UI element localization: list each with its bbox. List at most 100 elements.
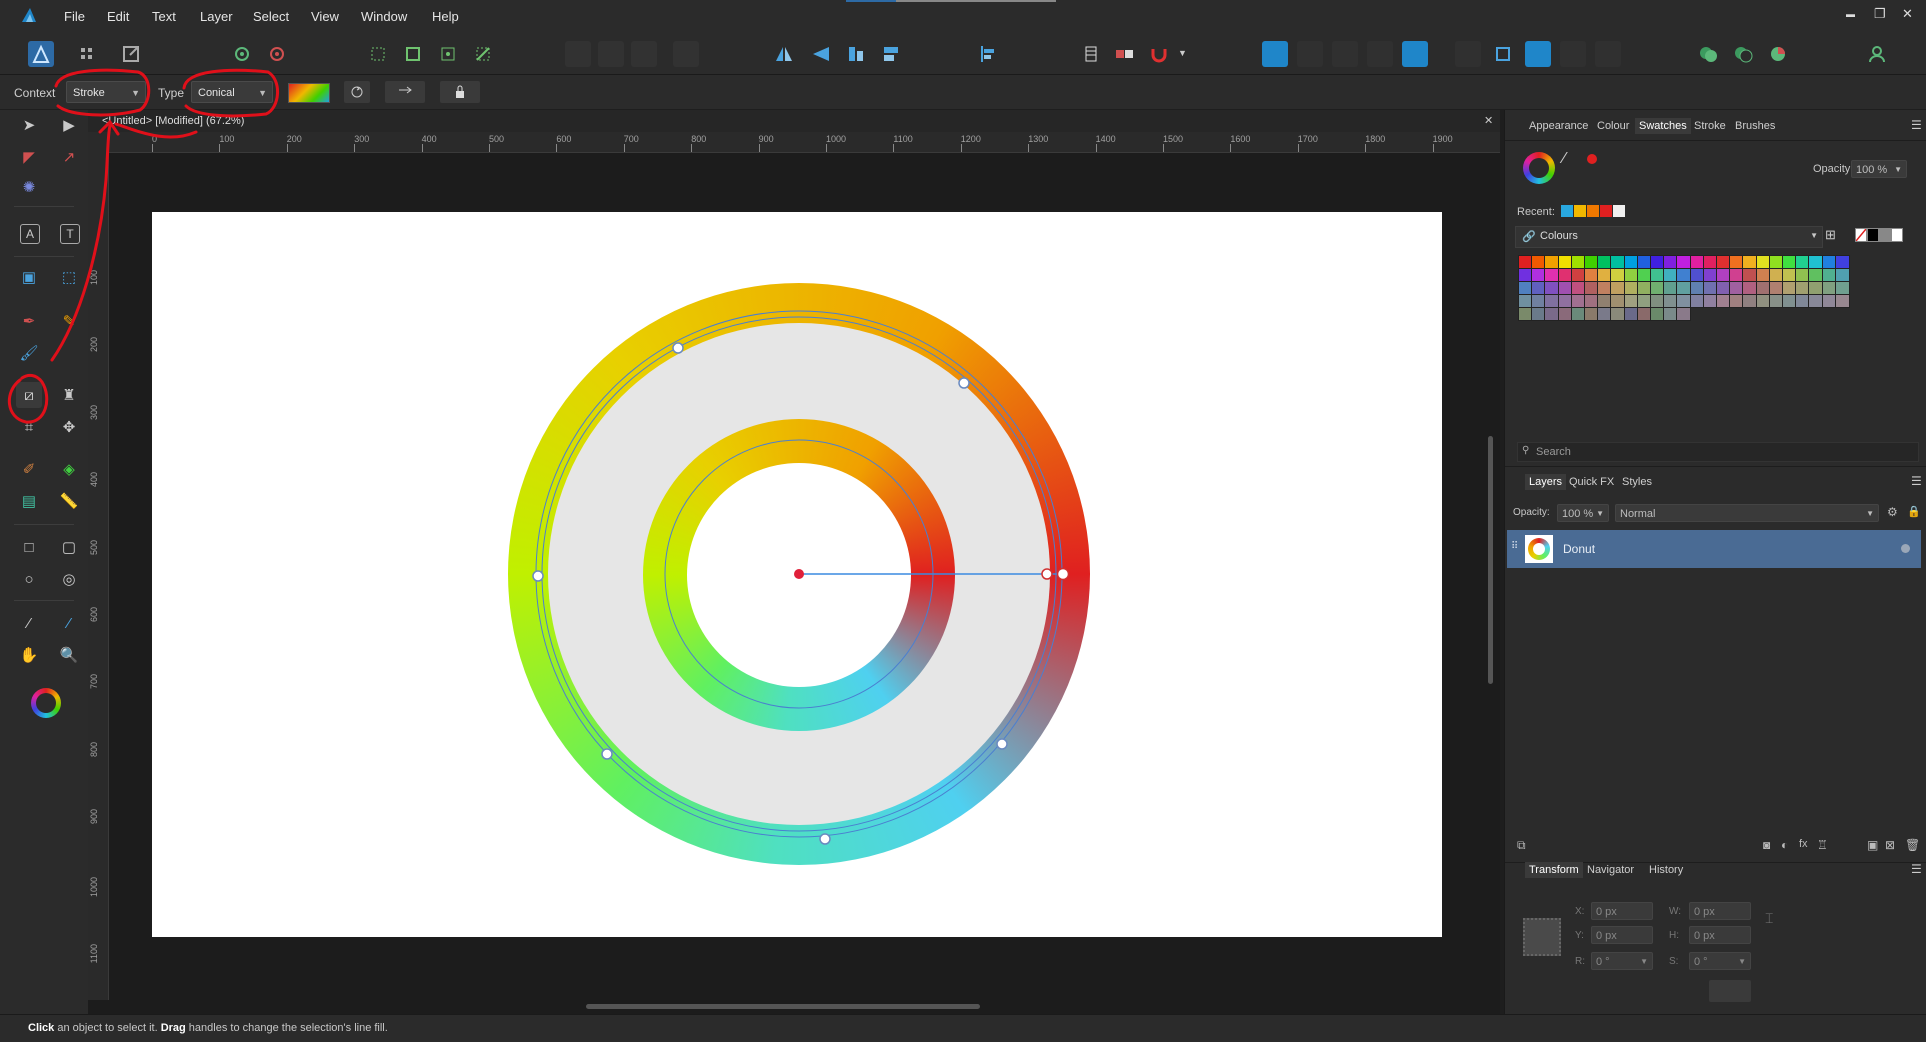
colour-swatch[interactable] [1610,268,1626,282]
colour-swatch[interactable] [1636,268,1652,282]
colour-swatch[interactable] [1768,255,1784,269]
subtract-shape-icon[interactable] [1730,41,1756,67]
colour-swatch[interactable] [1755,294,1771,308]
colour-swatch[interactable] [1597,268,1613,282]
colour-swatch[interactable] [1518,255,1533,269]
palette-selector[interactable]: 🔗 Colours ▼ [1515,226,1823,248]
user-account-icon[interactable] [1864,41,1890,67]
add-shape-icon[interactable] [1695,41,1721,67]
colour-swatch[interactable] [1808,294,1824,308]
vertical-scrollbar[interactable] [1488,436,1493,684]
move-tool-icon[interactable]: ➤ [16,112,42,138]
colour-swatch[interactable] [1623,255,1639,269]
delete-layer-icon[interactable]: 🗑 [1905,838,1920,852]
vector-crop-tool-icon[interactable]: ⬚ [56,264,82,290]
colour-swatch[interactable] [1518,307,1533,321]
point-transform-tool-icon[interactable]: ↗ [56,144,82,170]
colour-swatch[interactable] [1570,307,1586,321]
colour-swatch[interactable] [1636,307,1652,321]
rectangle-tool-icon[interactable]: □ [16,534,42,560]
gradient-stop-node[interactable] [672,342,684,354]
layers-menu-icon[interactable]: ☰ [1911,474,1922,488]
flip-vertical-icon[interactable] [808,41,834,67]
colour-swatch[interactable] [1834,268,1850,282]
colour-swatch[interactable] [1597,281,1613,295]
snap-center-icon[interactable] [435,41,461,67]
zoom-tool-icon[interactable]: 🔍 [56,642,82,668]
horizontal-scrollbar[interactable] [586,1004,980,1009]
colour-swatch[interactable] [1729,255,1745,269]
transform-menu-icon[interactable]: ☰ [1911,862,1922,876]
recent-color-swatch[interactable] [1587,205,1599,217]
h-field[interactable]: 0 px [1689,926,1751,944]
snapping-settings-icon[interactable] [229,41,255,67]
flip-horizontal-icon[interactable] [771,41,797,67]
colour-swatch[interactable] [1689,294,1705,308]
gradient-stop-node[interactable] [601,748,613,760]
colour-swatch[interactable] [1742,294,1758,308]
gradient-stop-node[interactable] [532,570,544,582]
snapping-magnet-icon[interactable] [1146,41,1172,67]
context-dropdown[interactable]: Stroke ▼ [66,81,146,103]
colour-swatch[interactable] [1729,268,1745,282]
colour-swatch[interactable] [1821,268,1837,282]
rotate-right-icon[interactable] [878,41,904,67]
colour-swatch[interactable] [1584,281,1599,295]
colour-swatch[interactable] [1663,307,1679,321]
colour-swatch[interactable] [1531,255,1547,269]
pixel-persona-icon[interactable] [74,41,100,67]
rounded-rectangle-tool-icon[interactable]: ▢ [56,534,82,560]
pencil-tool-icon[interactable]: ✎ [56,308,82,334]
colour-swatch[interactable] [1597,307,1613,321]
y-field[interactable]: 0 px [1591,926,1653,944]
contour-tool-icon[interactable]: ✺ [16,174,42,200]
gradient-stop-node[interactable] [996,738,1008,750]
tab-transform[interactable]: Transform [1525,862,1583,878]
x-field[interactable]: 0 px [1591,902,1653,920]
node-tool-icon[interactable]: ▶ [56,112,82,138]
colour-swatch[interactable] [1584,294,1599,308]
white-swatch[interactable] [1891,228,1903,242]
rotate-left-icon[interactable] [843,41,869,67]
colour-swatch[interactable] [1808,255,1824,269]
colour-swatch[interactable] [1584,307,1599,321]
close-window-button[interactable]: ✕ [1902,6,1913,22]
colour-swatch[interactable] [1663,268,1679,282]
colour-swatch[interactable] [1663,294,1679,308]
place-image-tool-icon[interactable]: ▣ [16,264,42,290]
colour-swatch[interactable] [1782,294,1797,308]
colour-swatch[interactable] [1636,281,1652,295]
artistic-text-tool-icon[interactable]: A [20,224,40,244]
menu-help[interactable]: Help [432,9,459,24]
tab-swatches[interactable]: Swatches [1635,118,1691,134]
colour-swatch[interactable] [1716,294,1731,308]
lock-icon[interactable]: 🔒 [1907,505,1921,518]
colour-swatch[interactable] [1636,294,1652,308]
slice-tool-icon[interactable]: ✥ [56,414,82,440]
transform-origin-icon[interactable] [1490,41,1516,67]
gradient-preview-swatch[interactable] [288,83,330,103]
colour-swatch[interactable] [1610,281,1626,295]
tab-styles[interactable]: Styles [1622,476,1652,488]
colour-swatch[interactable] [1676,294,1692,308]
colour-swatch[interactable] [1623,281,1639,295]
colour-swatch[interactable] [1689,255,1705,269]
insert-target-icon[interactable] [1262,41,1288,67]
colour-swatch[interactable] [1834,255,1850,269]
panel-menu-icon[interactable]: ☰ [1911,118,1922,132]
colour-swatch[interactable] [1544,255,1560,269]
colour-swatch[interactable] [1676,281,1692,295]
gradient-end-handle[interactable] [1056,567,1070,581]
menu-file[interactable]: File [64,9,85,24]
snap-path-icon[interactable] [470,41,496,67]
gradient-stop-node[interactable] [819,833,831,845]
colour-swatch[interactable] [1650,255,1665,269]
colour-swatch[interactable] [1570,281,1586,295]
fill-tool-icon[interactable]: ⧄ [16,382,42,408]
colour-swatch[interactable] [1531,281,1547,295]
color-picker-tool-icon[interactable]: ⁄ [16,610,42,636]
colour-swatch[interactable] [1544,307,1560,321]
colour-swatch[interactable] [1782,281,1797,295]
colour-swatch[interactable] [1676,268,1692,282]
palette-options-icon[interactable]: ⊞ [1825,227,1836,243]
